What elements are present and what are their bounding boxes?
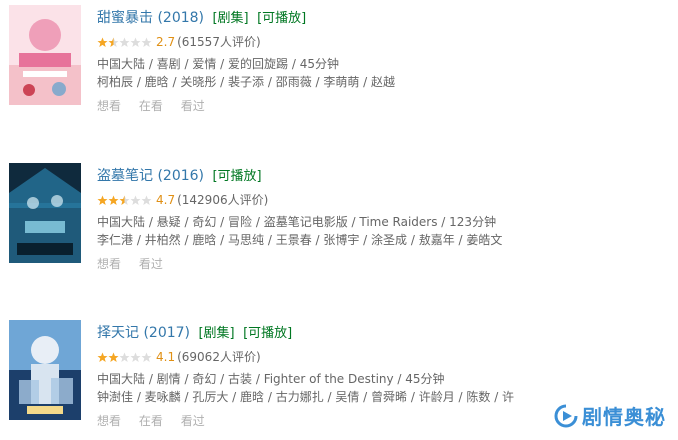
star-full-icon (108, 195, 119, 205)
watched-link[interactable]: 看过 (181, 99, 205, 113)
rating-count: (69062人评价) (177, 350, 261, 364)
cast-list: 李仁港 / 井柏然 / 鹿晗 / 马思纯 / 王景春 / 张博宇 / 涂圣成 /… (97, 233, 503, 247)
watching-link[interactable]: 在看 (139, 99, 163, 113)
action-links: 想看 看过 (97, 255, 678, 272)
title-row: 盗墓笔记 (2016) [可播放] (97, 167, 678, 186)
rating-stars (97, 195, 152, 206)
star-full-icon (97, 195, 108, 205)
meta-info: 中国大陆 / 剧情 / 奇幻 / 古装 / Fighter of the Des… (97, 372, 445, 386)
rating-count: (142906人评价) (177, 193, 269, 207)
meta-info: 中国大陆 / 喜剧 / 爱情 / 爱的回旋踢 / 45分钟 (97, 57, 339, 71)
movie-title-link[interactable]: 择天记 (2017) (97, 325, 194, 341)
poster-image[interactable] (9, 5, 81, 105)
watched-link[interactable]: 看过 (139, 257, 163, 271)
tag-playable[interactable]: [可播放] (212, 169, 261, 184)
poster-image[interactable] (9, 163, 81, 263)
meta-info: 中国大陆 / 悬疑 / 奇幻 / 冒险 / 盗墓笔记电影版 / Time Rai… (97, 215, 497, 229)
tag-playable[interactable]: [可播放] (257, 11, 306, 26)
star-empty-icon (141, 195, 152, 205)
star-empty-icon (130, 195, 141, 205)
star-empty-icon (141, 37, 152, 47)
tag-series[interactable]: [剧集] (198, 326, 234, 341)
action-links: 想看 在看 看过 (97, 97, 678, 114)
poster-image[interactable] (9, 320, 81, 420)
rating-row: 4.7 (142906人评价) (97, 192, 678, 208)
tag-series[interactable]: [剧集] (212, 11, 248, 26)
star-full-icon (108, 352, 119, 362)
rating-score: 4.1 (156, 350, 176, 364)
want-to-watch-link[interactable]: 想看 (97, 414, 121, 428)
star-half-icon (108, 37, 119, 47)
watched-link[interactable]: 看过 (181, 414, 205, 428)
want-to-watch-link[interactable]: 想看 (97, 99, 121, 113)
star-empty-icon (141, 352, 152, 362)
rating-score: 4.7 (156, 193, 176, 207)
star-full-icon (97, 37, 108, 47)
movie-title-link[interactable]: 盗墓笔记 (2016) (97, 168, 208, 184)
star-empty-icon (130, 352, 141, 362)
star-empty-icon (119, 37, 130, 47)
watermark: 剧情奥秘 (550, 399, 670, 432)
star-full-icon (97, 352, 108, 362)
star-half-icon (119, 195, 130, 205)
title-row: 甜蜜暴击 (2018) [剧集] [可播放] (97, 9, 678, 28)
cast-list: 柯柏辰 / 鹿晗 / 关晓彤 / 裴子添 / 邵雨薇 / 李萌萌 / 赵越 (97, 75, 396, 89)
movie-title-link[interactable]: 甜蜜暴击 (2018) (97, 10, 208, 26)
rating-count: (61557人评价) (177, 35, 261, 49)
title-row: 择天记 (2017) [剧集] [可播放] (97, 324, 678, 343)
rating-stars (97, 352, 152, 363)
watermark-text: 剧情奥秘 (582, 405, 666, 429)
rating-stars (97, 37, 152, 48)
watching-link[interactable]: 在看 (139, 414, 163, 428)
rating-row: 4.1 (69062人评价) (97, 349, 678, 365)
rating-score: 2.7 (156, 35, 176, 49)
want-to-watch-link[interactable]: 想看 (97, 257, 121, 271)
star-empty-icon (119, 352, 130, 362)
rating-row: 2.7 (61557人评价) (97, 34, 678, 50)
star-empty-icon (130, 37, 141, 47)
tag-playable[interactable]: [可播放] (243, 326, 292, 341)
play-logo-icon (554, 404, 578, 427)
